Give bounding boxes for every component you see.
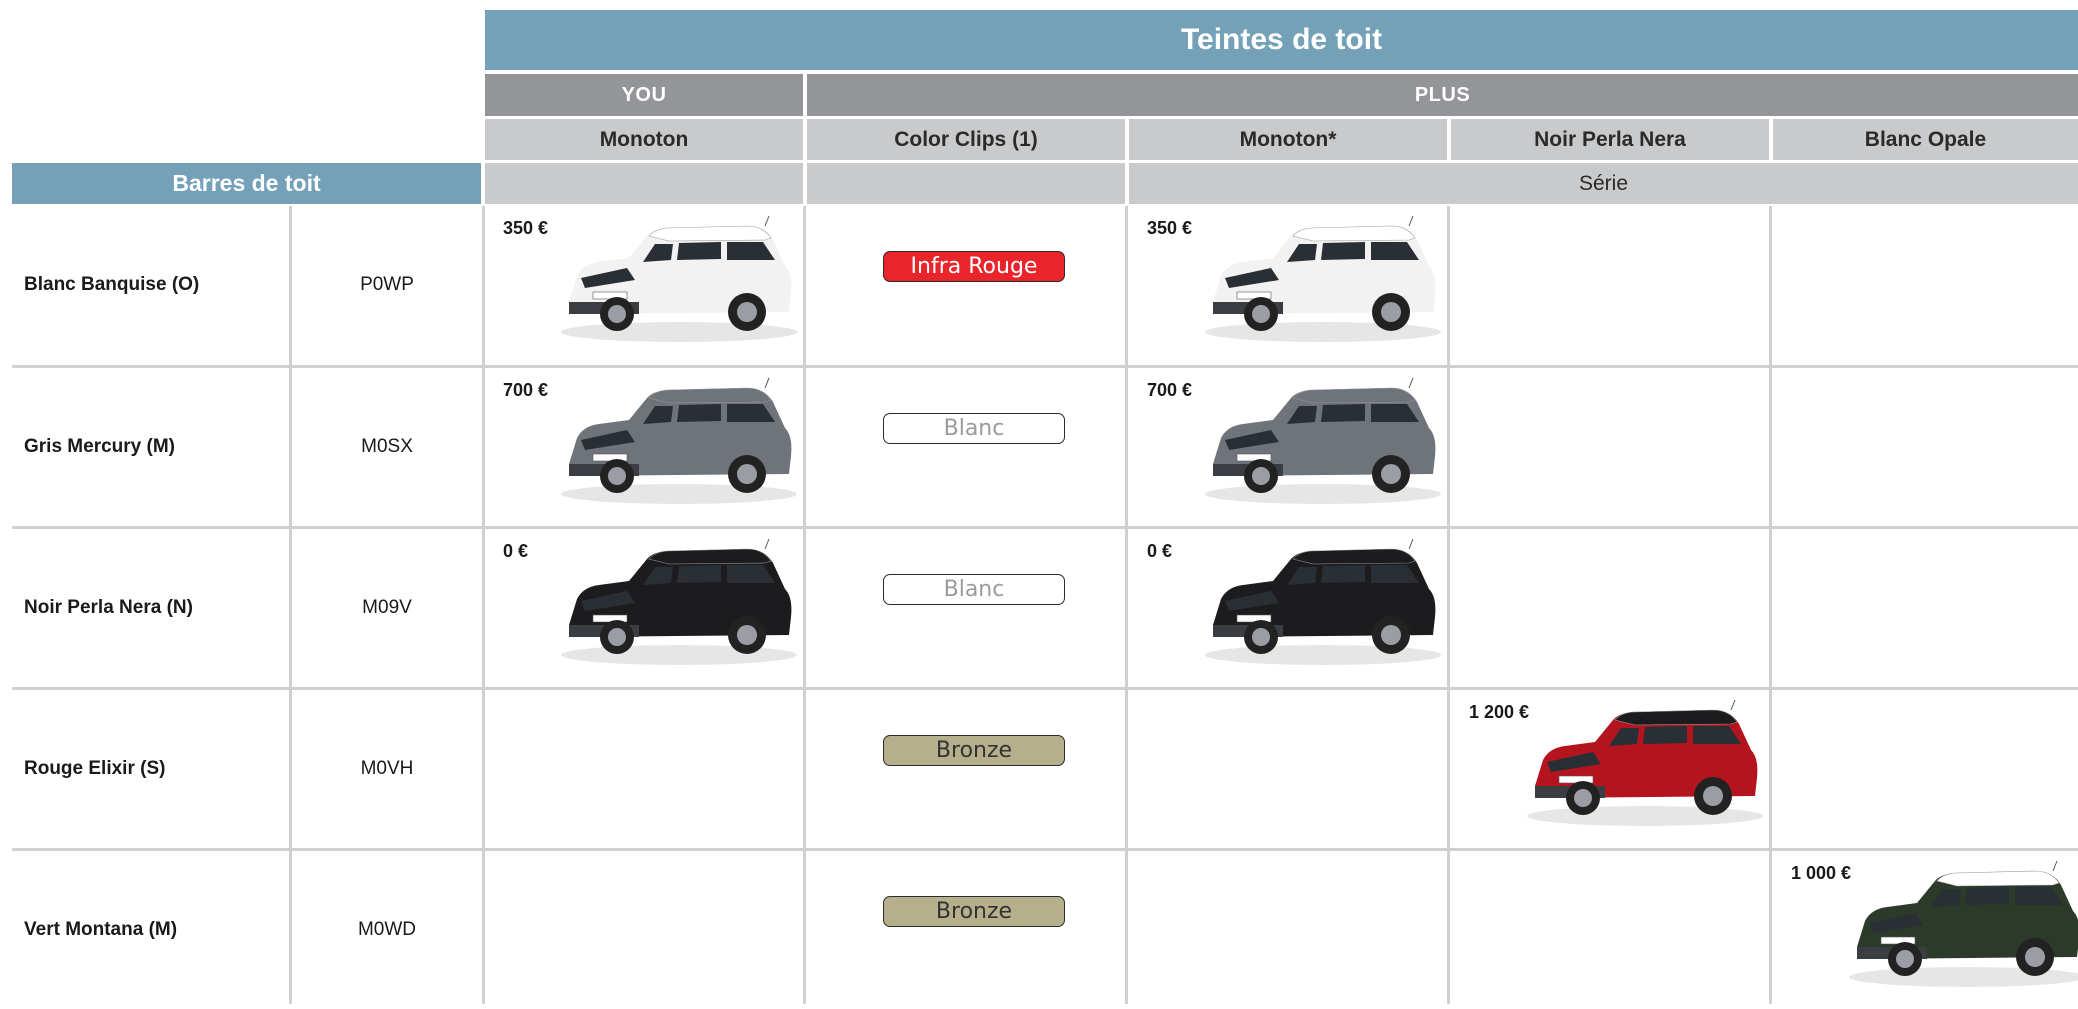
car-image-noir-perla-nera [1517, 698, 1767, 828]
row-color-code: M0SX [361, 436, 413, 457]
row-color-name: Rouge Elixir (S) [24, 758, 166, 779]
row-color-code: M0WD [357, 919, 417, 940]
column-header-blanc-opale: Blanc Opale [1773, 119, 2078, 160]
row-color-code: M09V [362, 597, 412, 618]
color-clip-badge: Infra Rouge [883, 251, 1065, 282]
car-roof [1936, 870, 2060, 887]
car-image-plus-monoton [1195, 376, 1445, 506]
color-clip-badge: Bronze [883, 896, 1065, 927]
column-header-color-clips: Color Clips (1) [807, 119, 1125, 160]
car-image-you-monoton [551, 376, 801, 506]
table-title: Teintes de toit [485, 10, 2078, 70]
color-clip-badge: Blanc [883, 574, 1065, 605]
price-you-monoton: 350 € [503, 218, 549, 238]
car-roof [648, 548, 772, 565]
price-you-monoton: 700 € [503, 380, 549, 400]
color-clip-badge: Bronze [883, 735, 1065, 766]
row-color-name: Blanc Banquise (O) [24, 274, 200, 295]
group-header-plus: PLUS [807, 74, 2078, 116]
group-header-you: YOU [485, 74, 803, 116]
serie-label: Série [1129, 163, 2078, 204]
row-color-name: Noir Perla Nera (N) [24, 597, 193, 618]
grid-vline [1769, 206, 1772, 1004]
price-plus-monoton: 700 € [1147, 380, 1193, 400]
column-header-monoton-plus: Monoton* [1129, 119, 1447, 160]
column-header-monoton-you: Monoton [485, 119, 803, 160]
car-image-plus-monoton [1195, 537, 1445, 667]
car-image-blanc-opale [1839, 859, 2078, 989]
car-image-you-monoton [551, 214, 801, 344]
price-plus-monoton: 0 € [1147, 541, 1173, 561]
grid-vline [1125, 206, 1128, 1004]
row-color-code: P0WP [360, 274, 414, 295]
row-color-code: M0VH [360, 758, 414, 779]
grid-vline [1447, 206, 1450, 1004]
car-roof [1614, 709, 1738, 726]
car-roof [1292, 548, 1416, 565]
car-image-plus-monoton [1195, 214, 1445, 344]
car-roof [1292, 225, 1416, 242]
price-plus-monoton: 350 € [1147, 218, 1193, 238]
color-clip-badge: Blanc [883, 413, 1065, 444]
row-color-name: Gris Mercury (M) [24, 436, 175, 457]
car-roof [648, 225, 772, 242]
row-color-name: Vert Montana (M) [24, 919, 178, 940]
serie-spacer-clips [807, 163, 1125, 204]
grid-vline [482, 206, 485, 1004]
car-image-you-monoton [551, 537, 801, 667]
car-roof [648, 387, 772, 404]
price-you-monoton: 0 € [503, 541, 529, 561]
serie-spacer-you [485, 163, 803, 204]
barres-de-toit-header: Barres de toit [12, 163, 481, 204]
grid-vline [803, 206, 806, 1004]
column-header-noir-perla-nera: Noir Perla Nera [1451, 119, 1769, 160]
car-roof [1292, 387, 1416, 404]
